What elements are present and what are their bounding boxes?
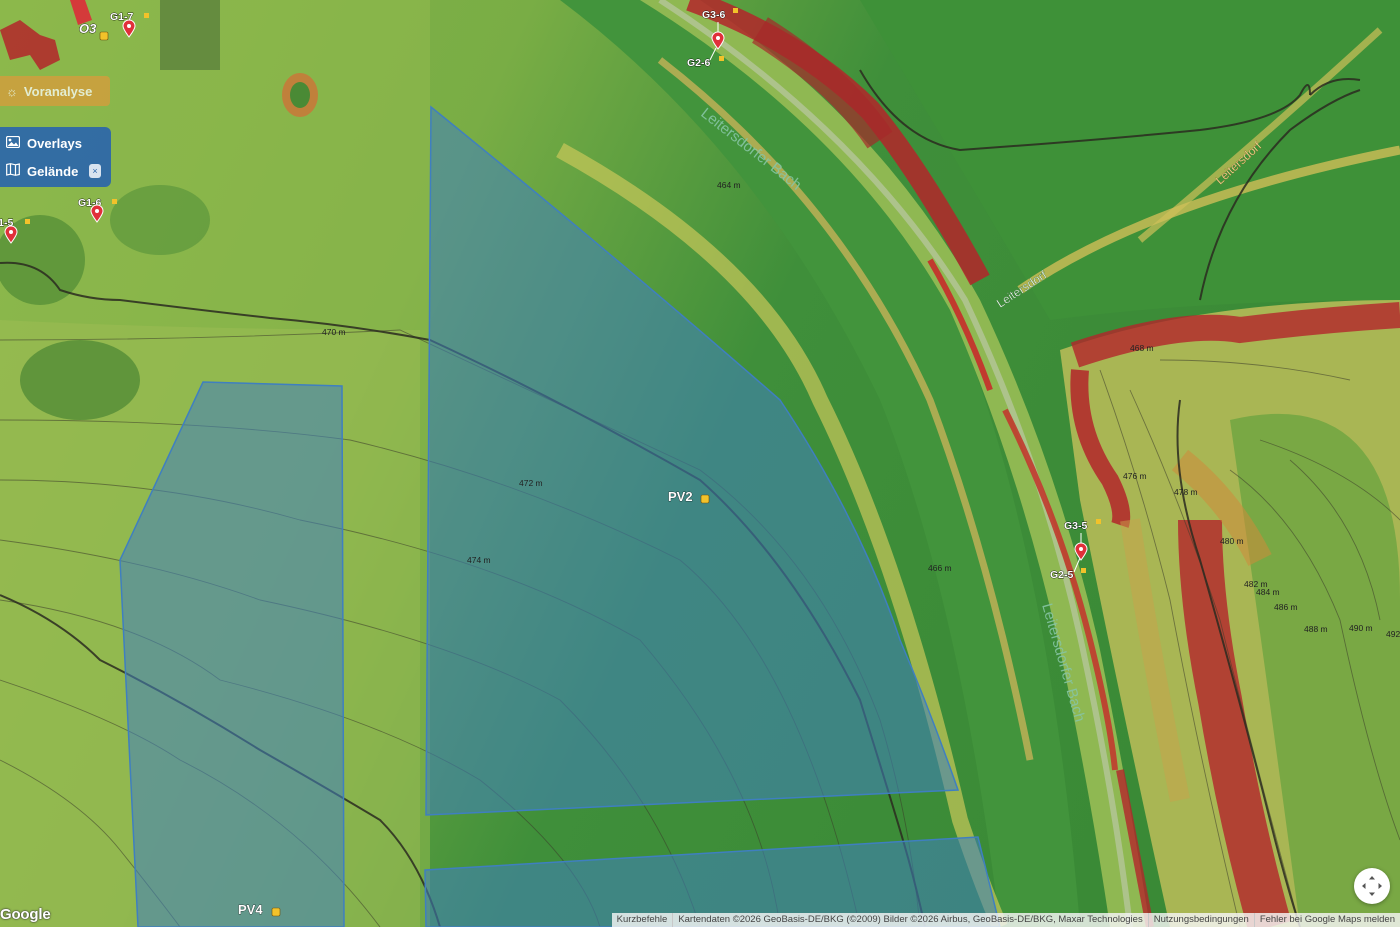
contour-label: 478 m	[1174, 487, 1198, 497]
lock-icon	[700, 494, 710, 504]
marker-small-square-icon	[112, 199, 117, 204]
contour-label: 488 m	[1304, 624, 1328, 634]
contour-label: 474 m	[467, 555, 491, 565]
lock-icon	[99, 31, 109, 41]
crosshair-icon	[1362, 876, 1382, 896]
contour-label: 466 m	[928, 563, 952, 573]
marker-small-square-icon	[1081, 568, 1086, 573]
report-error-link[interactable]: Fehler bei Google Maps melden	[1253, 913, 1400, 927]
contour-label: 484 m	[1256, 587, 1280, 597]
voranalyse-button[interactable]: ☼ Voranalyse	[0, 76, 110, 106]
contour-label: 492 m	[1386, 629, 1400, 639]
lock-icon	[271, 907, 281, 917]
marker-small-square-icon	[25, 219, 30, 224]
marker-small-square-icon	[719, 56, 724, 61]
map-data-attribution: Kartendaten ©2026 GeoBasis-DE/BKG (©2009…	[672, 913, 1147, 927]
marker-small-square-icon	[733, 8, 738, 13]
contour-label: 490 m	[1349, 623, 1373, 633]
area-label-pv2-text: PV2	[668, 489, 693, 504]
marker-label: O3	[79, 21, 97, 36]
area-label-pv4-text: PV4	[238, 902, 263, 917]
layer-panel: Overlays Gelände ×	[0, 127, 111, 187]
voranalyse-label: Voranalyse	[23, 83, 93, 99]
marker-label: G3-6	[702, 9, 726, 21]
contour-label: 468 m	[1130, 343, 1154, 353]
recenter-button[interactable]	[1354, 868, 1390, 904]
google-logo[interactable]: Google	[0, 906, 51, 923]
contour-label: 472 m	[519, 478, 543, 488]
sun-icon: ☼	[6, 83, 18, 99]
close-icon[interactable]: ×	[89, 164, 101, 178]
attribution-bar: Kurzbefehle Kartendaten ©2026 GeoBasis-D…	[611, 913, 1400, 927]
map-canvas[interactable]: Leitersdorfer Bach Leitersdorfer Bach Le…	[0, 0, 1400, 927]
terms-link[interactable]: Nutzungsbedingungen	[1147, 913, 1254, 927]
marker-small-square-icon	[144, 13, 149, 18]
contour-label: 470 m	[322, 327, 346, 337]
marker-small-square-icon	[1096, 519, 1101, 524]
marker-label: G2-6	[687, 57, 711, 69]
contour-label: 476 m	[1123, 471, 1147, 481]
image-icon	[5, 135, 21, 151]
marker-label: G2-5	[1050, 569, 1074, 581]
contour-label: 464 m	[717, 180, 741, 190]
contour-label: 486 m	[1274, 602, 1298, 612]
gelaende-label: Gelände	[27, 163, 79, 179]
kurzbefehle-link[interactable]: Kurzbefehle	[612, 913, 673, 927]
marker-label: G3-5	[1064, 520, 1088, 532]
overlays-label: Overlays	[27, 135, 82, 151]
contour-label: 480 m	[1220, 536, 1244, 546]
overlays-button[interactable]: Overlays	[0, 129, 111, 157]
map-icon	[6, 163, 20, 179]
